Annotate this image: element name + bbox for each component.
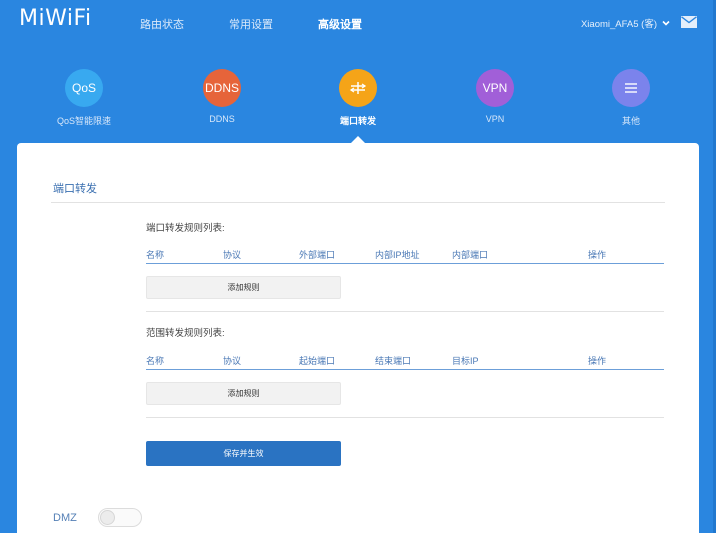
category-label-qos: QoS智能限速	[56, 116, 111, 126]
range-rules-title: 范围转发规则列表:	[146, 328, 225, 339]
device-name: Xiaomi_AFA5 (客)	[580, 19, 657, 30]
category-port-forward[interactable]: 端口转发	[298, 64, 418, 127]
col-target-ip: 目标IP	[452, 356, 479, 366]
ddns-icon: DDNS	[203, 69, 241, 107]
col-action: 操作	[588, 356, 607, 366]
menu-icon	[612, 69, 650, 107]
category-label-vpn: VPN	[485, 114, 505, 124]
divider	[146, 311, 664, 312]
miwifi-logo: MiWiFi	[19, 6, 92, 31]
nav-router-status[interactable]: 路由状态	[140, 16, 184, 32]
port-forward-panel: 端口转发 端口转发规则列表: 名称 协议 外部端口 内部IP地址 内部端口 操作…	[17, 143, 699, 533]
chevron-down-icon	[662, 20, 670, 26]
port-forward-icon	[339, 69, 377, 107]
feature-category-row: QoS QoS智能限速 DDNS DDNS 端口转发 VPN VPN 其他	[0, 64, 716, 144]
category-label-ddns: DDNS	[209, 114, 235, 124]
col-name: 名称	[146, 250, 165, 260]
category-label-other: 其他	[621, 116, 640, 126]
qos-icon: QoS	[65, 69, 103, 107]
category-other[interactable]: 其他	[571, 64, 691, 127]
device-selector[interactable]: Xiaomi_AFA5 (客)	[581, 16, 671, 30]
vpn-icon: VPN	[476, 69, 514, 107]
toggle-knob	[100, 510, 115, 525]
nav-advanced-settings[interactable]: 高级设置	[318, 16, 362, 32]
port-rules-title: 端口转发规则列表:	[146, 223, 225, 234]
col-internal-ip: 内部IP地址	[375, 250, 420, 260]
section-title: 端口转发	[53, 183, 97, 195]
col-action: 操作	[588, 250, 607, 260]
col-external-port: 外部端口	[299, 250, 336, 260]
col-name: 名称	[146, 356, 165, 366]
col-protocol: 协议	[223, 356, 242, 366]
add-range-rule-button[interactable]: 添加规则	[146, 382, 341, 405]
col-end-port: 结束端口	[375, 356, 412, 366]
nav-common-settings[interactable]: 常用设置	[229, 16, 273, 32]
category-vpn[interactable]: VPN VPN	[435, 64, 555, 124]
col-protocol: 协议	[223, 250, 242, 260]
divider	[51, 202, 665, 203]
col-internal-port: 内部端口	[452, 250, 489, 260]
category-qos[interactable]: QoS QoS智能限速	[24, 64, 144, 127]
divider	[146, 417, 664, 418]
category-ddns[interactable]: DDNS DDNS	[162, 64, 282, 124]
dmz-label: DMZ	[53, 512, 77, 524]
category-label-port-forward: 端口转发	[339, 116, 376, 126]
table-header-line	[146, 369, 664, 370]
top-header: MiWiFi 路由状态 常用设置 高级设置 Xiaomi_AFA5 (客)	[0, 0, 716, 46]
col-start-port: 起始端口	[299, 356, 336, 366]
table-header-line	[146, 263, 664, 264]
save-apply-button[interactable]: 保存并生效	[146, 441, 341, 466]
add-port-rule-button[interactable]: 添加规则	[146, 276, 341, 299]
mail-icon[interactable]	[681, 16, 697, 28]
dmz-toggle[interactable]	[98, 508, 142, 527]
